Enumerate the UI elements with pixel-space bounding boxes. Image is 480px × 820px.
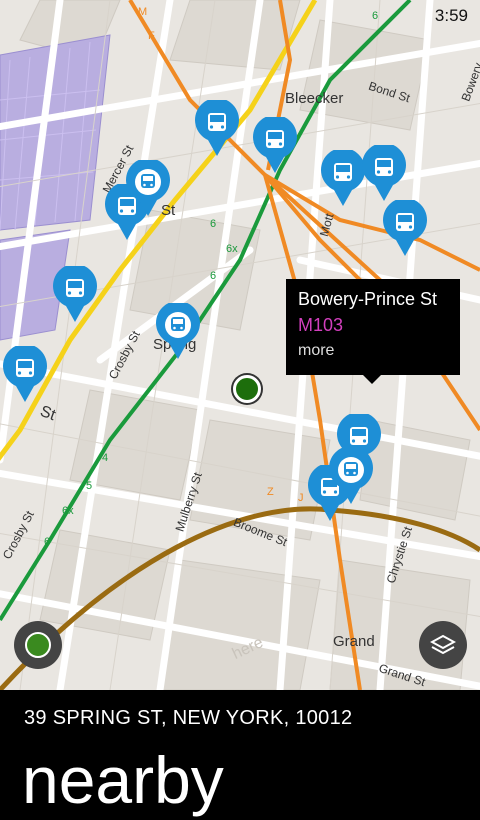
line-label-4: 4 [102,452,109,464]
bus-icon [396,213,414,231]
bus-icon [66,279,84,297]
subway-station-pin[interactable] [328,448,374,506]
current-location-marker [233,375,261,403]
subway-icon [135,169,161,195]
bus-stop-pin[interactable] [361,145,407,203]
bus-stop-pin[interactable] [2,346,48,404]
current-address: 39 SPRING ST, NEW YORK, 10012 [24,707,353,729]
bus-icon [266,130,284,148]
stop-info-popup[interactable]: Bowery-Prince St M103 more [286,279,460,375]
status-time: 3:59 [434,6,468,25]
bus-icon [208,113,226,131]
map-view[interactable]: Bleecker Bond St Bowery Mercer St St Cro… [0,0,480,690]
bus-stop-pin[interactable] [382,200,428,258]
location-icon [25,632,51,658]
bus-stop-pin[interactable] [252,117,298,175]
line-label-6: 6 [372,10,379,22]
locate-me-button[interactable] [14,621,62,669]
line-label-5: 5 [86,480,93,492]
bottom-panel: 39 SPRING ST, NEW YORK, 10012 nearby [0,690,480,817]
line-label-6: 6 [210,218,217,230]
bus-stop-pin[interactable] [194,100,240,158]
bus-icon [334,163,352,181]
line-label-m: M [138,6,148,18]
line-label-j: J [298,492,304,504]
line-label-f: F [148,30,155,42]
map-label-grand: Grand [333,633,375,650]
subway-station-pin[interactable] [125,160,171,218]
popup-pointer [362,374,382,384]
line-label-6: 6 [210,270,217,282]
layers-icon [430,634,456,655]
subway-icon [338,457,364,483]
more-link[interactable]: more [298,339,448,363]
subway-icon [165,312,191,338]
line-label-6x: 6x [226,243,238,255]
bus-icon [375,158,393,176]
bus-stop-pin[interactable] [320,150,366,208]
bus-icon [16,359,34,377]
line-label-6: 6 [44,536,51,548]
subway-station-pin[interactable] [155,303,201,361]
page-title: nearby [22,743,224,817]
bus-stop-pin[interactable] [52,266,98,324]
route-link[interactable]: M103 [298,311,448,339]
line-label-6x: 6x [62,505,74,517]
line-label-z: Z [267,486,274,498]
stop-name: Bowery-Prince St [298,289,438,309]
bus-icon [350,427,368,445]
map-layers-button[interactable] [419,621,467,669]
map-label-bleecker: Bleecker [285,90,344,107]
